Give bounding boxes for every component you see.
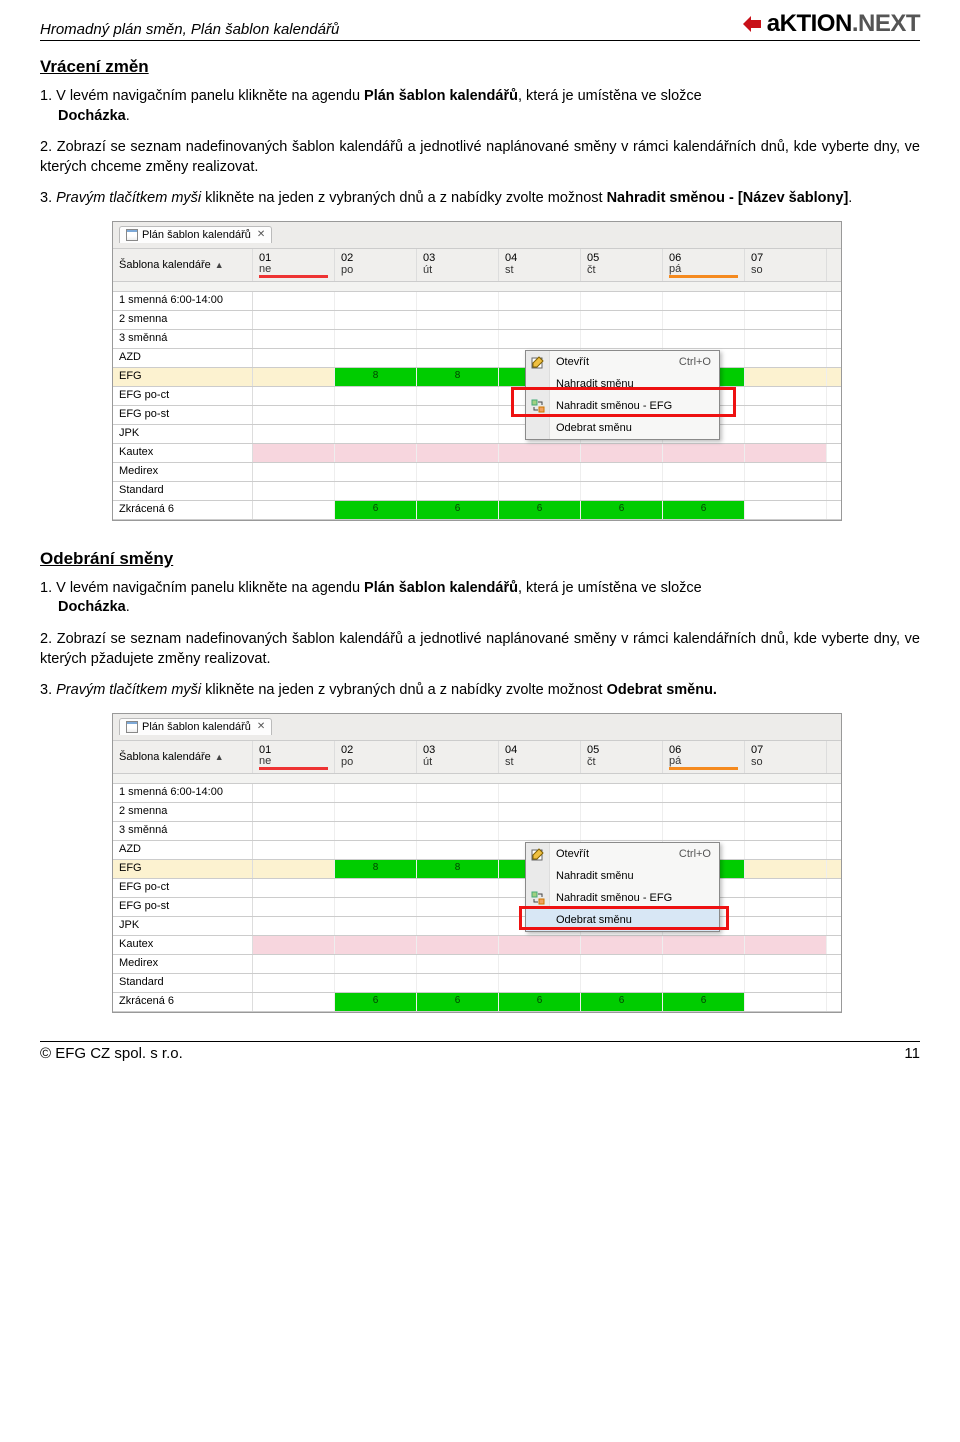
step-1-1: 1. V levém navigačním panelu klikněte na… — [40, 87, 920, 126]
table-row-efg[interactable]: EFG 8 8 8 8 8 — [113, 368, 841, 387]
tab-label: Plán šablon kalendářů — [142, 721, 251, 733]
col-header-day-04[interactable]: 04st — [499, 249, 581, 281]
col-header-sablona[interactable]: Šablona kalendáře ▲ — [113, 741, 253, 773]
ctx-item-odebrat-smenu[interactable]: Odebrat směnu — [526, 909, 719, 931]
footer-page-number: 11 — [904, 1045, 920, 1062]
col-header-sablona[interactable]: Šablona kalendáře ▲ — [113, 249, 253, 281]
table-row[interactable]: EFG po-st — [113, 898, 841, 917]
step-2-2: 2. Zobrazí se seznam nadefinovaných šabl… — [40, 630, 920, 669]
grid-rows: 1 smenná 6:00-14:00 2 smenna 3 směnná AZ… — [113, 784, 841, 1012]
grid-header: Šablona kalendáře ▲ 01ne 02po 03út 04st … — [113, 248, 841, 282]
calendar-icon — [126, 229, 138, 241]
col-header-day-05[interactable]: 05čt — [581, 249, 663, 281]
col-header-day-07[interactable]: 07so — [745, 741, 827, 773]
calendar-icon — [126, 721, 138, 733]
ctx-item-nahradit-smenou-efg[interactable]: Nahradit směnou - EFG — [526, 395, 719, 417]
ctx-item-nahradit-smenu[interactable]: Nahradit směnu — [526, 865, 719, 887]
step-2-1: 1. V levém navigačním panelu klikněte na… — [40, 579, 920, 618]
table-row[interactable]: 1 smenná 6:00-14:00 — [113, 784, 841, 803]
table-row[interactable]: 3 směnná — [113, 330, 841, 349]
table-row[interactable]: Kautex — [113, 936, 841, 955]
context-menu: Otevřít Ctrl+O Nahradit směnu Nahradit s… — [525, 842, 720, 932]
col-header-day-02[interactable]: 02po — [335, 249, 417, 281]
sort-asc-icon: ▲ — [215, 752, 224, 762]
tab-plan-sablon[interactable]: Plán šablon kalendářů ✕ — [119, 226, 272, 243]
tab-bar: Plán šablon kalendářů ✕ — [113, 714, 841, 740]
table-row[interactable]: Kautex — [113, 444, 841, 463]
grid-header: Šablona kalendáře ▲ 01ne 02po 03út 04st … — [113, 740, 841, 774]
table-row[interactable]: EFG po-ct — [113, 879, 841, 898]
table-row[interactable]: AZD — [113, 349, 841, 368]
step-1-2: 2. Zobrazí se seznam nadefinovaných šabl… — [40, 138, 920, 177]
col-header-day-06[interactable]: 06pá — [663, 741, 745, 773]
logo-text: aKTION.NEXT — [767, 10, 920, 38]
ctx-item-nahradit-smenu[interactable]: Nahradit směnu — [526, 373, 719, 395]
context-menu: Otevřít Ctrl+O Nahradit směnu Nahradit s… — [525, 350, 720, 440]
screenshot-1: Plán šablon kalendářů ✕ Šablona kalendář… — [112, 221, 842, 521]
ctx-item-open[interactable]: Otevřít Ctrl+O — [526, 843, 719, 865]
page-header: Hromadný plán směn, Plán šablon kalendář… — [40, 10, 920, 41]
close-icon[interactable]: ✕ — [255, 229, 265, 240]
swap-icon — [530, 398, 546, 414]
grid-rows: 1 smenná 6:00-14:00 2 smenna 3 směnná AZ… — [113, 292, 841, 520]
heading-vraceni-zmen: Vrácení změn — [40, 57, 920, 77]
col-header-day-03[interactable]: 03út — [417, 249, 499, 281]
table-row[interactable]: EFG po-ct — [113, 387, 841, 406]
table-row[interactable]: JPK — [113, 425, 841, 444]
table-row-efg[interactable]: EFG 8 8 8 8 8 — [113, 860, 841, 879]
tab-plan-sablon[interactable]: Plán šablon kalendářů ✕ — [119, 718, 272, 735]
table-row[interactable]: JPK — [113, 917, 841, 936]
table-row-zkracena[interactable]: Zkrácená 6 6 6 6 6 6 — [113, 501, 841, 520]
table-row[interactable]: Standard — [113, 482, 841, 501]
col-header-day-05[interactable]: 05čt — [581, 741, 663, 773]
sort-asc-icon: ▲ — [215, 260, 224, 270]
step-2-3: 3. Pravým tlačítkem myši klikněte na jed… — [40, 681, 920, 701]
page-footer: © EFG CZ spol. s r.o. 11 — [40, 1041, 920, 1062]
heading-odebrani-smeny: Odebrání směny — [40, 549, 920, 569]
tab-label: Plán šablon kalendářů — [142, 229, 251, 241]
step-1-3: 3. Pravým tlačítkem myši klikněte na jed… — [40, 189, 920, 209]
ctx-item-odebrat-smenu[interactable]: Odebrat směnu — [526, 417, 719, 439]
edit-icon — [530, 354, 546, 370]
table-row[interactable]: EFG po-st — [113, 406, 841, 425]
table-row[interactable]: 1 smenná 6:00-14:00 — [113, 292, 841, 311]
screenshot-2: Plán šablon kalendářů ✕ Šablona kalendář… — [112, 713, 842, 1013]
table-row-zkracena[interactable]: Zkrácená 6 6 6 6 6 6 — [113, 993, 841, 1012]
table-row[interactable]: AZD — [113, 841, 841, 860]
col-header-day-01[interactable]: 01ne — [253, 249, 335, 281]
footer-copyright: © EFG CZ spol. s r.o. — [40, 1045, 183, 1062]
logo: aKTION.NEXT — [741, 10, 920, 38]
col-header-day-01[interactable]: 01ne — [253, 741, 335, 773]
table-row[interactable]: 3 směnná — [113, 822, 841, 841]
logo-arrow-icon — [741, 13, 763, 35]
table-row[interactable]: 2 smenna — [113, 803, 841, 822]
ctx-item-nahradit-smenou-efg[interactable]: Nahradit směnou - EFG — [526, 887, 719, 909]
col-header-day-07[interactable]: 07so — [745, 249, 827, 281]
col-header-day-03[interactable]: 03út — [417, 741, 499, 773]
table-row[interactable]: Standard — [113, 974, 841, 993]
table-row[interactable]: Medirex — [113, 955, 841, 974]
ctx-item-open[interactable]: Otevřít Ctrl+O — [526, 351, 719, 373]
header-title: Hromadný plán směn, Plán šablon kalendář… — [40, 21, 339, 38]
table-row[interactable]: 2 smenna — [113, 311, 841, 330]
table-row[interactable]: Medirex — [113, 463, 841, 482]
close-icon[interactable]: ✕ — [255, 721, 265, 732]
col-header-day-02[interactable]: 02po — [335, 741, 417, 773]
tab-bar: Plán šablon kalendářů ✕ — [113, 222, 841, 248]
col-header-day-04[interactable]: 04st — [499, 741, 581, 773]
edit-icon — [530, 846, 546, 862]
col-header-day-06[interactable]: 06pá — [663, 249, 745, 281]
swap-icon — [530, 890, 546, 906]
